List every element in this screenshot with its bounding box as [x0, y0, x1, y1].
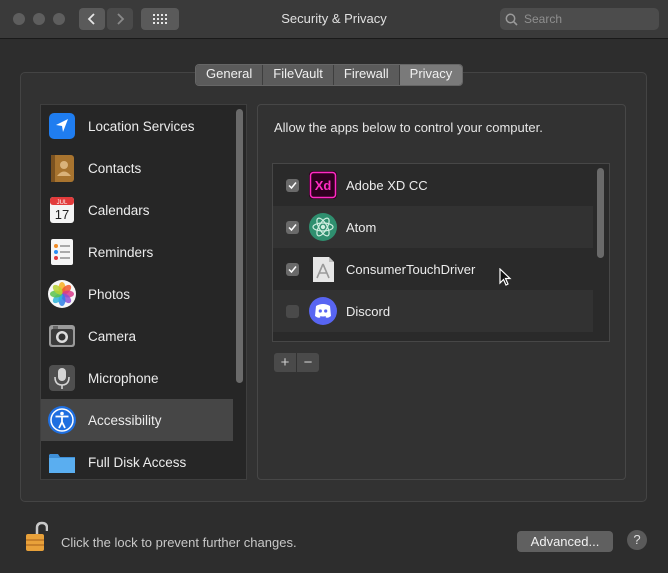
sidebar-item-label: Full Disk Access: [88, 454, 187, 470]
privacy-category-list[interactable]: Location Services Contacts JUL 17 Calend…: [40, 104, 247, 480]
generic-app-icon: [313, 257, 334, 282]
app-name: ConsumerTouchDriver: [346, 261, 476, 277]
title-bar: Security & Privacy: [0, 0, 668, 39]
adobe-xd-logo-text: Xd: [315, 178, 332, 193]
list-item[interactable]: ConsumerTouchDriver: [273, 248, 593, 290]
list-item[interactable]: Xd Adobe XD CC: [273, 164, 593, 206]
sidebar-item-label: Contacts: [88, 160, 142, 176]
checkmark-icon: [288, 265, 297, 273]
sidebar-item-photos[interactable]: Photos: [41, 273, 233, 315]
location-arrow-icon: [49, 113, 75, 139]
mouse-pointer-icon: [499, 268, 512, 286]
remove-app-button[interactable]: −: [297, 353, 319, 372]
app-name: Discord: [346, 303, 391, 319]
help-button[interactable]: ?: [627, 530, 647, 550]
sidebar-item-label: Location Services: [88, 118, 195, 134]
app-list[interactable]: Xd Adobe XD CC Atom ConsumerTouchDriver: [272, 163, 610, 342]
calendar-month: JUL: [57, 200, 68, 206]
list-item[interactable]: [273, 332, 593, 341]
tab-privacy[interactable]: Privacy: [399, 65, 463, 85]
tab-bar: General FileVault Firewall Privacy: [195, 64, 464, 86]
tab-general[interactable]: General: [196, 65, 264, 85]
search-icon: [505, 13, 518, 26]
list-item[interactable]: Discord: [273, 290, 593, 332]
adobe-xd-icon: Xd: [309, 171, 337, 199]
sidebar-item-label: Accessibility: [88, 412, 162, 428]
contacts-book-icon: [51, 155, 74, 182]
checkmark-icon: [288, 223, 297, 231]
sidebar-item-label: Reminders: [88, 244, 154, 260]
sidebar-item-calendars[interactable]: JUL 17 Calendars: [41, 189, 233, 231]
tab-filevault[interactable]: FileVault: [263, 65, 334, 85]
app-checkbox[interactable]: [286, 304, 299, 318]
app-checkbox[interactable]: [286, 262, 299, 276]
folder-icon: [49, 454, 75, 473]
sidebar-item-contacts[interactable]: Contacts: [41, 147, 233, 189]
camera-icon: [49, 325, 75, 347]
app-name: Atom: [346, 219, 377, 235]
discord-icon: [309, 297, 337, 325]
app-list-scrollbar[interactable]: [597, 168, 604, 258]
accessibility-icon: [48, 406, 76, 434]
advanced-button[interactable]: Advanced...: [517, 531, 613, 552]
sidebar-item-location-services[interactable]: Location Services: [41, 105, 233, 147]
app-name: Adobe XD CC: [346, 177, 428, 193]
sidebar-item-camera[interactable]: Camera: [41, 315, 233, 357]
sidebar-item-microphone[interactable]: Microphone: [41, 357, 233, 399]
sidebar-item-label: Camera: [88, 328, 137, 344]
sidebar-item-accessibility[interactable]: Accessibility: [41, 399, 233, 441]
sidebar-item-label: Calendars: [88, 202, 150, 218]
sidebar-scrollbar[interactable]: [236, 109, 243, 383]
app-checkbox[interactable]: [286, 220, 299, 234]
lock-icon[interactable]: [24, 521, 48, 553]
tab-firewall[interactable]: Firewall: [333, 65, 400, 85]
atom-icon: [309, 213, 337, 241]
sidebar-item-label: Microphone: [88, 370, 159, 386]
calendar-day: 17: [55, 207, 69, 222]
search-input[interactable]: [522, 11, 656, 27]
search-field[interactable]: [500, 8, 659, 30]
app-checkbox[interactable]: [286, 178, 299, 192]
calendar-icon: JUL 17: [50, 197, 74, 223]
checkmark-icon: [288, 181, 297, 189]
microphone-icon: [49, 365, 75, 391]
sidebar-item-label: Photos: [88, 286, 131, 302]
add-app-button[interactable]: +: [274, 353, 296, 372]
sidebar-item-full-disk-access[interactable]: Full Disk Access: [41, 441, 233, 479]
reminders-list-icon: [51, 239, 73, 265]
list-item[interactable]: Atom: [273, 206, 593, 248]
lock-status-text: Click the lock to prevent further change…: [61, 535, 297, 550]
sidebar-item-reminders[interactable]: Reminders: [41, 231, 233, 273]
photos-flower-icon: [48, 280, 76, 308]
instruction-text: Allow the apps below to control your com…: [274, 120, 543, 135]
